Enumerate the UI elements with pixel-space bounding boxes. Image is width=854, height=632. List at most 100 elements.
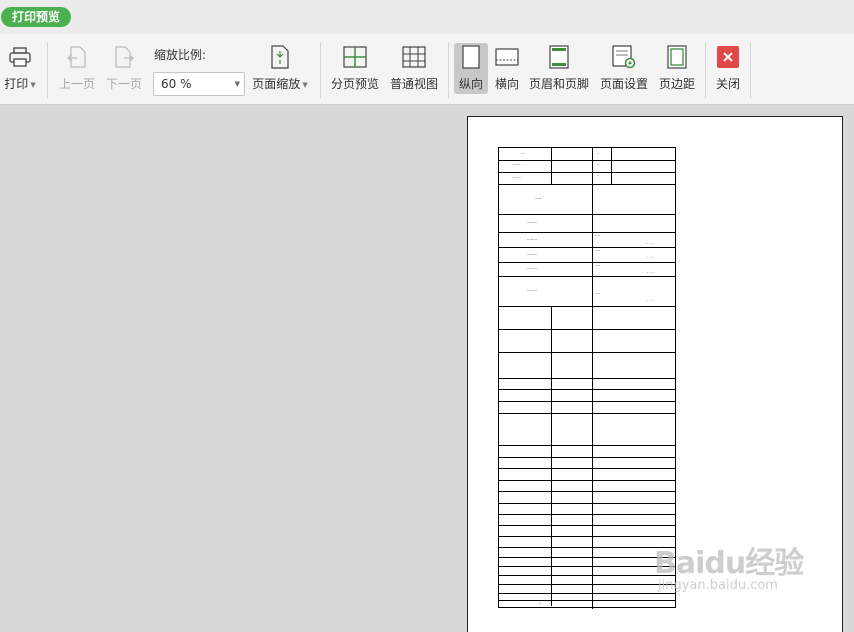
tiny-form-text: · · · — [647, 270, 654, 275]
tiny-form-text: ···· — [595, 291, 601, 296]
zoom-value: 60 % — [161, 77, 192, 91]
page-setup-icon — [611, 44, 637, 70]
prev-page-label: 上一页 — [58, 77, 95, 91]
table-rule — [499, 536, 675, 537]
table-rule — [499, 214, 675, 215]
table-rule — [499, 352, 675, 353]
normal-view-label: 普通视图 — [389, 77, 438, 91]
chevron-down-icon: ▼ — [234, 80, 240, 88]
divider — [448, 42, 449, 98]
table-rule — [499, 401, 675, 402]
tiny-form-text: ······ — [513, 162, 521, 167]
next-page-label: 下一页 — [105, 77, 142, 91]
table-rule — [551, 306, 552, 606]
tiny-form-text: · · · — [647, 255, 654, 260]
table-rule — [499, 584, 675, 585]
table-rule — [499, 600, 675, 601]
page-setup-button[interactable]: 页面设置 — [597, 34, 651, 92]
chevron-down-icon: ▼ — [30, 80, 36, 89]
divider — [320, 42, 321, 98]
prev-page-icon — [64, 44, 90, 70]
portrait-label: 纵向 — [458, 77, 483, 91]
print-preview-tab[interactable]: 打印预览 — [1, 7, 72, 27]
landscape-icon — [494, 44, 520, 70]
table-rule — [499, 413, 675, 414]
tiny-form-text: ········ — [527, 237, 538, 242]
close-button[interactable]: 关闭 — [713, 34, 743, 92]
tiny-form-text: ········ — [527, 266, 538, 271]
next-page-icon — [111, 44, 137, 70]
baidu-watermark: Baidu经验 jingyan.baidu.com — [654, 538, 804, 593]
header-footer-button[interactable]: 页眉和页脚 — [527, 34, 591, 92]
table-rule — [499, 389, 675, 390]
zoom-label: 缩放比例: — [154, 48, 207, 62]
table-rule — [499, 160, 675, 161]
tiny-form-text: ········ — [527, 288, 538, 293]
table-rule — [499, 480, 675, 481]
margins-button[interactable]: 页边距 — [656, 34, 698, 92]
tiny-form-text: · · · — [647, 298, 654, 303]
landscape-button[interactable]: 横向 — [491, 34, 523, 92]
page-zoom-icon — [267, 44, 293, 70]
table-rule — [499, 468, 675, 469]
divider — [750, 42, 751, 98]
close-label: 关闭 — [715, 77, 740, 91]
zoom-select[interactable]: 60 % ▼ — [153, 72, 245, 96]
print-button[interactable]: 打印 ▼ — [2, 34, 38, 92]
tiny-form-text: ·· — [597, 162, 600, 167]
table-rule — [499, 184, 675, 185]
divider — [47, 42, 48, 98]
table-rule — [499, 276, 675, 277]
divider — [705, 42, 706, 98]
page-zoom-button[interactable]: 页面缩放 ▼ — [250, 34, 310, 92]
page-zoom-label: 页面缩放 — [252, 77, 301, 91]
tiny-form-text: ······ — [513, 175, 521, 180]
table-rule — [499, 503, 675, 504]
header-footer-icon — [546, 44, 572, 70]
tiny-form-text: ·· — [597, 151, 600, 156]
watermark-brand: Baidu经验 — [654, 546, 804, 581]
table-rule — [499, 306, 675, 307]
tiny-form-text: ········ — [527, 252, 538, 257]
margins-label: 页边距 — [658, 77, 695, 91]
table-rule — [499, 457, 675, 458]
table-rule — [499, 262, 675, 263]
landscape-label: 横向 — [494, 77, 519, 91]
tiny-form-text: ··· — [521, 151, 525, 156]
grid-icon — [401, 44, 427, 70]
table-rule — [499, 566, 675, 567]
normal-view-button[interactable]: 普通视图 — [387, 34, 441, 92]
portrait-icon — [458, 44, 484, 70]
table-rule — [499, 329, 675, 330]
print-preview-toolbar: 打印 ▼ 上一页 下一页 缩放比例: 60 % ▼ 页面缩放 ▼ 分页预览 普通… — [0, 34, 854, 105]
prev-page-button[interactable]: 上一页 — [57, 34, 97, 92]
tiny-form-text: ···· — [595, 233, 601, 238]
tiny-form-text: ···· — [595, 248, 601, 253]
tiny-form-text: ···· — [595, 263, 601, 268]
title-bar: 打印预览 — [0, 0, 854, 34]
table-rule — [499, 547, 675, 548]
tiny-form-text: ·· — [539, 601, 542, 606]
table-rule — [499, 525, 675, 526]
header-footer-label: 页眉和页脚 — [528, 77, 589, 91]
margins-icon — [664, 44, 690, 70]
close-icon — [715, 44, 741, 70]
tiny-form-text: ····· — [535, 196, 542, 201]
tiny-form-text: ········ — [527, 220, 538, 225]
table-rule — [551, 148, 552, 184]
next-page-button[interactable]: 下一页 — [104, 34, 144, 92]
table-rule — [611, 148, 612, 184]
table-rule — [499, 445, 675, 446]
table-rule — [499, 514, 675, 515]
table-rule — [499, 593, 675, 594]
table-rule — [499, 232, 675, 233]
page-break-preview-icon — [342, 44, 368, 70]
table-rule — [499, 491, 675, 492]
page-setup-label: 页面设置 — [599, 77, 648, 91]
tiny-form-text: · · · — [647, 241, 654, 246]
portrait-button[interactable]: 纵向 — [454, 43, 488, 94]
page-break-preview-button[interactable]: 分页预览 — [328, 34, 382, 92]
table-rule — [499, 172, 675, 173]
table-rule — [499, 247, 675, 248]
printer-icon — [7, 44, 33, 70]
